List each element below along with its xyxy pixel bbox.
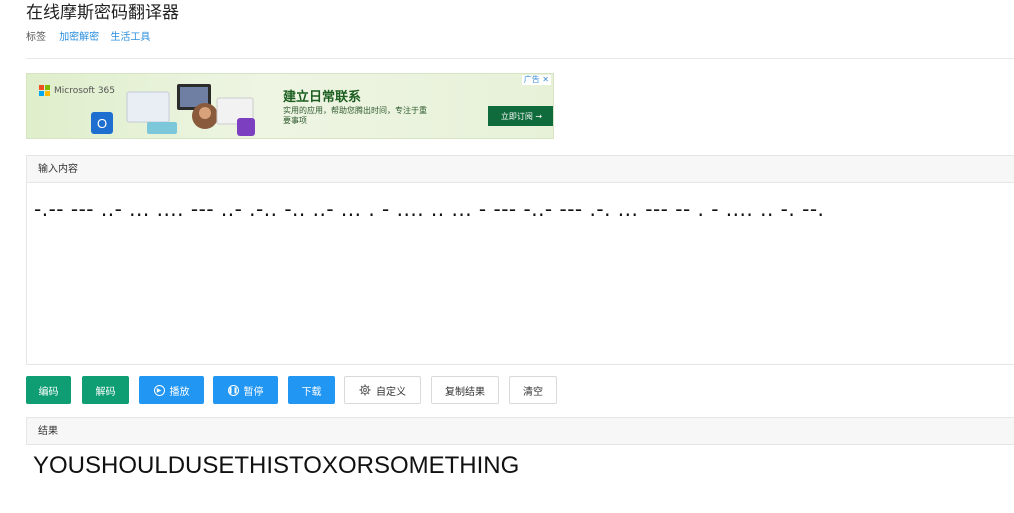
pause-icon: ❚❚ (227, 384, 239, 396)
pause-button[interactable]: ❚❚ 暂停 (213, 376, 278, 404)
tags-label: 标签 (26, 32, 46, 43)
encode-button-label: 编码 (38, 386, 59, 398)
ad-banner[interactable]: Microsoft 365 O 建立日常联系 实用的应用，帮助您腾出时间，专注于… (26, 73, 554, 139)
tag-link-encryption[interactable]: 加密解密 (59, 32, 99, 43)
input-text: -.-- --- ..- ... .... --- ..- .-.. -.. .… (34, 197, 825, 221)
page: 在线摩斯密码翻译器 标签 加密解密 生活工具 Microsoft 365 O 建… (0, 0, 1014, 513)
play-button-label: 播放 (169, 386, 190, 398)
result-output[interactable]: YOUSHOULDUSETHISTOXORSOMETHING (33, 452, 519, 480)
decode-button-label: 解码 (95, 386, 116, 398)
decode-button[interactable]: 解码 (82, 376, 129, 404)
ad-artwork-icon: O (91, 84, 255, 136)
encode-button[interactable]: 编码 (26, 376, 71, 404)
ad-subscribe-button[interactable]: 立即订阅 → (488, 106, 553, 126)
play-button[interactable]: ▶ 播放 (139, 376, 204, 404)
download-button-label: 下载 (301, 386, 322, 398)
tag-link-life-tools[interactable]: 生活工具 (110, 32, 150, 43)
input-header: 输入内容 (26, 155, 1014, 183)
copy-result-button[interactable]: 复制结果 (431, 376, 499, 404)
tag-row: 标签 加密解密 生活工具 (26, 31, 158, 45)
ad-headline: 建立日常联系 (283, 90, 362, 105)
play-icon: ▶ (153, 384, 165, 396)
microsoft-logo-icon (39, 85, 50, 96)
ad-close-label[interactable]: 广告 ✕ (521, 75, 551, 85)
clear-button-label: 清空 (523, 386, 543, 398)
custom-button[interactable]: 自定义 (344, 376, 421, 404)
input-textarea[interactable]: -.-- --- ..- ... .... --- ..- .-.. -.. .… (26, 183, 1014, 365)
page-title: 在线摩斯密码翻译器 (26, 3, 179, 23)
copy-button-label: 复制结果 (445, 386, 485, 398)
custom-button-label: 自定义 (376, 386, 406, 398)
svg-text:O: O (97, 116, 107, 131)
result-header: 结果 (26, 417, 1014, 445)
ad-subline: 实用的应用，帮助您腾出时间，专注于重要事项 (283, 106, 427, 125)
pause-button-label: 暂停 (243, 386, 264, 398)
clear-button[interactable]: 清空 (509, 376, 557, 404)
gear-icon (359, 384, 371, 396)
download-button[interactable]: 下载 (288, 376, 335, 404)
divider (26, 58, 1014, 59)
